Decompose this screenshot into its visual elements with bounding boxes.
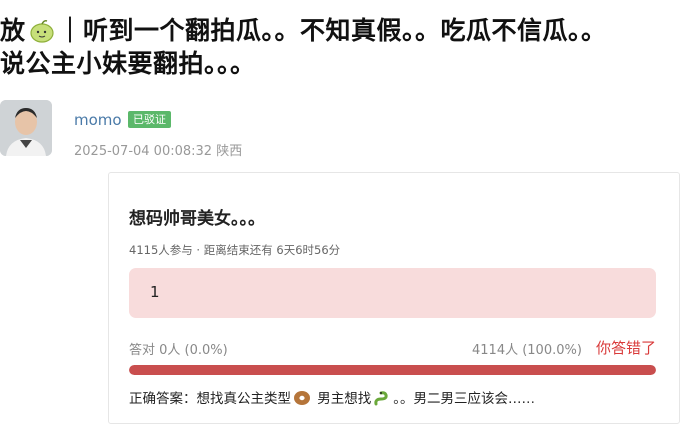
poll-option-label: 1 — [150, 283, 160, 301]
title-line-2: 说公主小妹要翻拍。。。 — [0, 49, 256, 78]
result-bar-fill — [129, 365, 656, 375]
poll-stats: 4115人参与 · 距离结束还有 6天6时56分 — [129, 243, 341, 257]
avatar[interactable] — [0, 100, 52, 156]
correct-answer: 正确答案：想找真公主类型 男主想找 。。男二男三应该会…… — [129, 387, 535, 407]
melon-icon — [29, 20, 54, 43]
donut-icon — [294, 391, 310, 405]
poll-option[interactable]: 1 — [129, 268, 656, 318]
answer-text-1: 正确答案：想找真公主类型 — [129, 391, 291, 407]
post-title: 放 ｜听到一个翻拍瓜。。不知真假。。吃瓜不信瓜。。 说公主小妹要翻拍。。。 — [0, 14, 690, 80]
answer-text-3: 。。男二男三应该会…… — [393, 391, 536, 407]
wrong-count: 4114人 (100.0%) — [472, 343, 582, 358]
poll-result-row: 答对 0人 (0.0%) 4114人 (100.0%) 你答错了 — [129, 339, 656, 359]
title-text-rest: ｜听到一个翻拍瓜。。不知真假。。吃瓜不信瓜。。 — [57, 16, 607, 45]
post-timestamp: 2025-07-04 00:08:32 陕西 — [74, 144, 243, 159]
watermark-fade — [520, 380, 640, 406]
avatar-image — [0, 100, 52, 156]
verified-badge: 已驳证 — [128, 111, 171, 128]
title-text-start: 放 — [0, 16, 26, 45]
correct-count: 答对 0人 (0.0%) — [129, 343, 228, 358]
answer-text-2: 男主想找 — [317, 391, 372, 407]
poll-question: 想码帅哥美女。。。 — [129, 209, 265, 229]
author-name[interactable]: momo — [74, 111, 122, 129]
author-block: momo 已驳证 2025-07-04 00:08:32 陕西 — [0, 100, 690, 160]
wrong-label: 你答错了 — [595, 339, 656, 357]
result-bar — [129, 365, 656, 375]
snake-icon — [374, 391, 388, 406]
title-line-1: 放 ｜听到一个翻拍瓜。。不知真假。。吃瓜不信瓜。。 — [0, 14, 690, 47]
